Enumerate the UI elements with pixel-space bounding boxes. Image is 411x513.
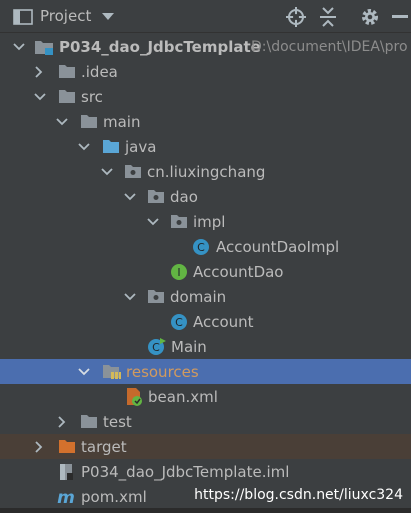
tree-label-main: main xyxy=(103,112,141,131)
tree-label-bean-xml: bean.xml xyxy=(148,387,218,406)
tree-row-account[interactable]: C Account xyxy=(0,309,411,334)
tree-label-package: cn.liuxingchang xyxy=(147,162,266,181)
folder-icon xyxy=(58,84,78,109)
tree-row-project[interactable]: P034_dao_JdbcTemplate D:\document\IDEA\p… xyxy=(0,34,411,59)
tree-row-account-dao-impl[interactable]: C AccountDaoImpl xyxy=(0,234,411,259)
package-icon xyxy=(147,184,167,209)
panel-title[interactable]: Project xyxy=(40,0,91,33)
svg-text:m: m xyxy=(57,489,75,505)
hide-icon[interactable] xyxy=(390,0,410,33)
package-icon xyxy=(170,209,190,234)
spring-xml-icon xyxy=(124,384,146,409)
collapse-all-icon[interactable] xyxy=(316,0,340,33)
folder-icon xyxy=(80,409,100,434)
tree-row-target[interactable]: target xyxy=(0,434,411,459)
tree-row-test[interactable]: test xyxy=(0,409,411,434)
tree-label-iml: P034_dao_JdbcTemplate.iml xyxy=(81,462,290,481)
chevron-down-icon[interactable] xyxy=(124,284,136,309)
tree-label-test: test xyxy=(103,412,132,431)
tree-label-target: target xyxy=(81,437,127,456)
chevron-down-icon[interactable] xyxy=(147,209,159,234)
chevron-right-icon[interactable] xyxy=(35,434,45,459)
tree-row-bean-xml[interactable]: bean.xml xyxy=(0,384,411,409)
interface-icon: I xyxy=(170,259,190,284)
svg-text:C: C xyxy=(175,316,183,329)
tree-label-account-dao-impl: AccountDaoImpl xyxy=(216,237,340,256)
tree-label-domain: domain xyxy=(170,287,227,306)
source-folder-icon xyxy=(102,134,122,159)
tree-row-java[interactable]: java xyxy=(0,134,411,159)
module-folder-icon xyxy=(34,34,54,59)
tree-row-dao[interactable]: dao xyxy=(0,184,411,209)
tree-label-pom: pom.xml xyxy=(81,487,147,506)
project-name-label: P034_dao_JdbcTemplate xyxy=(59,37,261,56)
tree-row-main-class[interactable]: C Main xyxy=(0,334,411,359)
package-icon xyxy=(124,159,144,184)
tree-row-resources[interactable]: resources xyxy=(0,359,411,384)
project-toolbar: Project xyxy=(0,0,411,33)
chevron-down-icon[interactable] xyxy=(78,134,90,159)
excluded-folder-icon xyxy=(58,434,78,459)
folder-icon xyxy=(80,109,100,134)
tree-label-account: Account xyxy=(193,312,254,331)
locate-icon[interactable] xyxy=(284,0,308,33)
project-panel-icon xyxy=(12,0,34,33)
class-icon: C xyxy=(192,234,212,259)
chevron-right-icon[interactable] xyxy=(58,409,68,434)
chevron-down-icon[interactable] xyxy=(78,359,90,384)
tree-label-main-class: Main xyxy=(171,337,207,356)
gear-icon[interactable] xyxy=(358,0,382,33)
svg-text:C: C xyxy=(197,241,205,254)
package-icon xyxy=(147,284,167,309)
tree-label-dao: dao xyxy=(170,187,198,206)
tree-label-src: src xyxy=(81,87,103,106)
tree-row-src[interactable]: src xyxy=(0,84,411,109)
svg-text:C: C xyxy=(152,341,160,354)
folder-icon xyxy=(58,59,78,84)
chevron-down-icon[interactable] xyxy=(56,109,68,134)
svg-text:I: I xyxy=(177,266,180,279)
chevron-down-icon[interactable] xyxy=(34,84,46,109)
dropdown-icon[interactable] xyxy=(100,0,116,33)
runnable-class-icon: C xyxy=(147,334,167,359)
chevron-right-icon[interactable] xyxy=(35,59,45,84)
module-file-icon xyxy=(58,459,78,484)
class-icon: C xyxy=(170,309,190,334)
tree-row-package[interactable]: cn.liuxingchang xyxy=(0,159,411,184)
tree-row-account-dao[interactable]: I AccountDao xyxy=(0,259,411,284)
tree-row-domain[interactable]: domain xyxy=(0,284,411,309)
chevron-down-icon[interactable] xyxy=(124,184,136,209)
tree-label-java: java xyxy=(125,137,157,156)
bottom-edge xyxy=(0,508,411,513)
tree-label-resources: resources xyxy=(126,362,199,381)
tree-label-impl: impl xyxy=(193,212,226,231)
chevron-down-icon[interactable] xyxy=(13,34,25,59)
tree-row-main[interactable]: main xyxy=(0,109,411,134)
chevron-down-icon[interactable] xyxy=(101,159,113,184)
maven-icon: m xyxy=(56,484,78,509)
tree-row-idea[interactable]: .idea xyxy=(0,59,411,84)
resources-folder-icon xyxy=(102,359,124,384)
tree-label-idea: .idea xyxy=(81,62,118,81)
tree-row-iml[interactable]: P034_dao_JdbcTemplate.iml xyxy=(0,459,411,484)
watermark-url: https://blog.csdn.net/liuxc324 xyxy=(194,487,403,503)
tree-row-impl[interactable]: impl xyxy=(0,209,411,234)
tree-label-account-dao: AccountDao xyxy=(193,262,284,281)
project-path-label: D:\document\IDEA\pro xyxy=(251,38,408,55)
